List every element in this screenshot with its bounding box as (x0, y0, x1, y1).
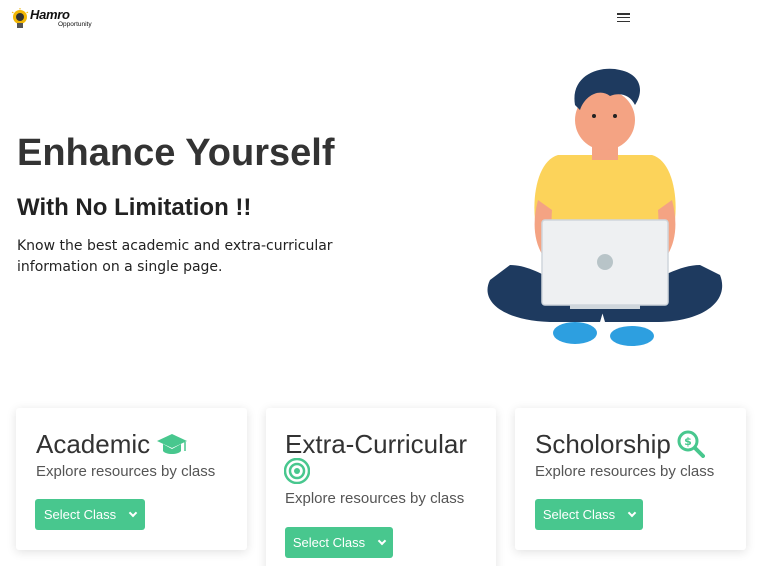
card-title: Extra-Curricular (285, 429, 468, 459)
card-title: Scholorship (535, 429, 671, 459)
select-class-label: Select Class (542, 507, 616, 522)
svg-text:$: $ (684, 435, 692, 448)
person-with-laptop-illustration (487, 68, 723, 346)
graduation-cap-icon (157, 434, 187, 454)
navbar: Hamro Opportunity (0, 0, 760, 36)
card-description: Explore resources by class (535, 463, 715, 480)
hero-title: Enhance Yourself (17, 132, 335, 174)
hamburger-menu-icon[interactable] (615, 11, 633, 25)
card-description: Explore resources by class (36, 463, 216, 480)
select-class-label: Select Class (43, 507, 117, 522)
chevron-down-icon (627, 508, 637, 517)
brand-logo[interactable]: Hamro Opportunity (8, 6, 100, 32)
select-class-button[interactable]: Select Class (35, 499, 145, 530)
lightbulb-icon (11, 8, 29, 28)
hero-description: Know the best academic and extra-curricu… (17, 238, 333, 275)
scholorship-card: Scholorship $ Explore resources by class… (515, 408, 746, 550)
select-class-label: Select Class (292, 535, 366, 550)
target-icon (284, 458, 310, 484)
select-class-button[interactable]: Select Class (535, 499, 643, 530)
select-class-button[interactable]: Select Class (285, 527, 393, 558)
hero-subtitle: With No Limitation !! (17, 194, 252, 221)
chevron-down-icon (377, 536, 387, 545)
card-description: Explore resources by class (285, 490, 465, 507)
search-dollar-icon: $ (677, 430, 705, 458)
brand-name: Hamro (30, 7, 70, 22)
brand-tagline: Opportunity (58, 21, 92, 28)
extra-curricular-card: Extra-Curricular Explore resources by cl… (266, 408, 496, 566)
card-title: Academic (36, 429, 151, 459)
chevron-down-icon (128, 508, 138, 517)
academic-card: Academic Explore resources by class Sele… (16, 408, 247, 550)
